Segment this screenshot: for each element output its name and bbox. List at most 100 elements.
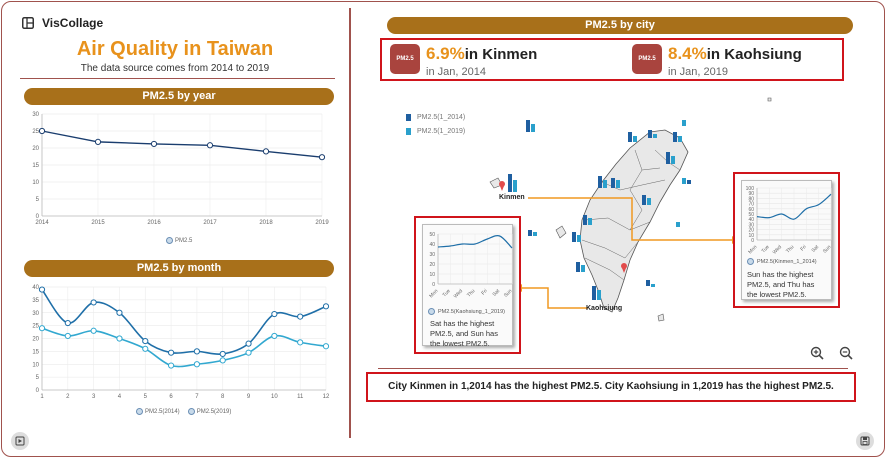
y-tick-label: 90 (748, 191, 754, 197)
series-line (41, 327, 327, 368)
x-tick-label: Sat (492, 288, 502, 298)
x-tick-label: 3 (92, 394, 96, 400)
data-point[interactable] (245, 349, 252, 356)
x-tick-label: 6 (169, 394, 173, 400)
series-line (41, 130, 323, 158)
y-tick-label: 10 (748, 233, 754, 239)
city-panel-title: PM2.5 by city (387, 17, 853, 34)
city-label-kinmen: Kinmen (499, 194, 525, 201)
brand: VisCollage (22, 16, 103, 30)
data-point[interactable] (38, 286, 46, 293)
y-tick-label: 10 (32, 180, 39, 186)
y-tick-label: 50 (748, 212, 754, 218)
y-tick-label: 5 (36, 375, 40, 381)
x-tick-label: Mon (428, 288, 439, 299)
kinmen-week-chart: 0102030405060708090100 Mon Tue Wed Thu Fri Sat… (746, 186, 833, 256)
data-point[interactable] (206, 142, 214, 149)
data-point[interactable] (94, 138, 102, 145)
y-tick-label: 20 (748, 228, 754, 234)
kaohsiung-popup-desc: Sat has the highest PM2.5, and Sun has t… (430, 319, 498, 348)
year-chart-legend: PM2.5 (166, 237, 192, 244)
data-point[interactable] (262, 148, 270, 155)
x-tick-label: Mon (747, 244, 758, 255)
play-icon (15, 436, 25, 446)
x-tick-label: Tue (442, 288, 452, 298)
year-chart: 0510152025302014 2015 2016 2017 2018 2019 (32, 112, 329, 226)
x-tick-label: 2015 (91, 220, 105, 226)
legend-dot (136, 408, 143, 415)
data-point[interactable] (64, 319, 71, 327)
data-point[interactable] (116, 335, 123, 342)
y-tick-label: 20 (32, 337, 39, 343)
x-tick-label: Sun (503, 288, 514, 299)
panel-divider (349, 8, 351, 438)
legend-item-pm25[interactable]: PM2.5 (166, 237, 192, 244)
kaohsiung-week-chart: 0 10 20 30 40 50 Mon Tue Wed Thu Fri Sat Sun (428, 232, 514, 300)
kaohsiung-popup[interactable]: 0 10 20 30 40 50 Mon Tue Wed Thu Fri Sat Sun PM2.5(K… (414, 216, 521, 354)
data-point[interactable] (318, 154, 326, 161)
data-point[interactable] (322, 343, 330, 350)
x-tick-label: 4 (118, 394, 122, 400)
y-tick-label: 25 (32, 324, 39, 330)
legend-item-2014[interactable]: PM2.5(2014) (136, 408, 180, 415)
play-button[interactable] (11, 432, 29, 450)
brand-name: VisCollage (42, 16, 104, 30)
data-point[interactable] (297, 339, 304, 346)
map-pin-kinmen[interactable] (499, 181, 505, 191)
data-point[interactable] (219, 350, 226, 358)
data-point[interactable] (193, 361, 201, 368)
x-tick-label: 1 (40, 394, 44, 400)
city-label-kaohsiung: Kaohsiung (586, 305, 623, 312)
x-tick-label: Wed (772, 244, 784, 256)
data-point[interactable] (38, 127, 46, 135)
data-point[interactable] (90, 327, 97, 334)
y-tick-label: 30 (429, 252, 435, 258)
data-point[interactable] (193, 348, 201, 355)
legend-item-2019[interactable]: PM2.5(2019) (187, 408, 231, 415)
data-point[interactable] (245, 340, 252, 347)
summary-divider (378, 368, 848, 369)
zoom-in-icon[interactable] (810, 346, 824, 360)
data-point[interactable] (271, 310, 278, 318)
data-point[interactable] (142, 345, 149, 352)
x-tick-label: Thu (466, 288, 476, 298)
x-tick-label: 10 (271, 394, 278, 400)
y-tick-label: 20 (429, 262, 435, 268)
y-tick-label: 15 (32, 349, 39, 355)
y-tick-label: 30 (32, 311, 39, 317)
data-point[interactable] (297, 313, 304, 320)
data-point[interactable] (90, 299, 97, 306)
legend-label: PM2.5(2014) (145, 408, 180, 415)
y-tick-label: 80 (748, 196, 754, 202)
data-point[interactable] (271, 332, 278, 340)
data-point[interactable] (64, 332, 71, 340)
data-point[interactable] (219, 357, 226, 364)
legend-label: PM2.5 (175, 237, 193, 244)
x-tick-label: 8 (221, 394, 225, 400)
page-subtitle: The data source comes from 2014 to 2019 (80, 63, 270, 74)
data-point[interactable] (167, 362, 175, 369)
y-tick-label: 5 (36, 197, 40, 203)
y-tick-label: 30 (32, 112, 39, 118)
y-tick-label: 0 (751, 238, 754, 244)
y-tick-label: 35 (32, 298, 39, 304)
x-tick-label: 5 (144, 394, 148, 400)
save-button[interactable] (856, 432, 874, 450)
month-panel-title: PM2.5 by month (24, 260, 334, 277)
zoom-out-icon[interactable] (839, 346, 853, 360)
x-tick-label: 2016 (147, 220, 161, 226)
y-tick-label: 50 (429, 232, 435, 238)
x-tick-label: Fri (480, 288, 488, 296)
header-divider (20, 78, 335, 79)
data-point[interactable] (150, 140, 158, 148)
x-tick-label: Wed (453, 288, 465, 300)
kinmen-popup[interactable]: 0 10 20 30 40 50 60 70 80 90 100 Mon Tue Wed Thu Fri Sat… (733, 172, 840, 308)
data-point[interactable] (38, 325, 46, 332)
x-tick-label: Fri (799, 244, 807, 252)
data-point[interactable] (322, 303, 330, 310)
data-point[interactable] (167, 349, 175, 356)
y-tick-label: 70 (748, 202, 754, 208)
data-point[interactable] (116, 309, 123, 316)
data-point[interactable] (142, 337, 149, 345)
x-tick-label: 2018 (259, 220, 273, 226)
